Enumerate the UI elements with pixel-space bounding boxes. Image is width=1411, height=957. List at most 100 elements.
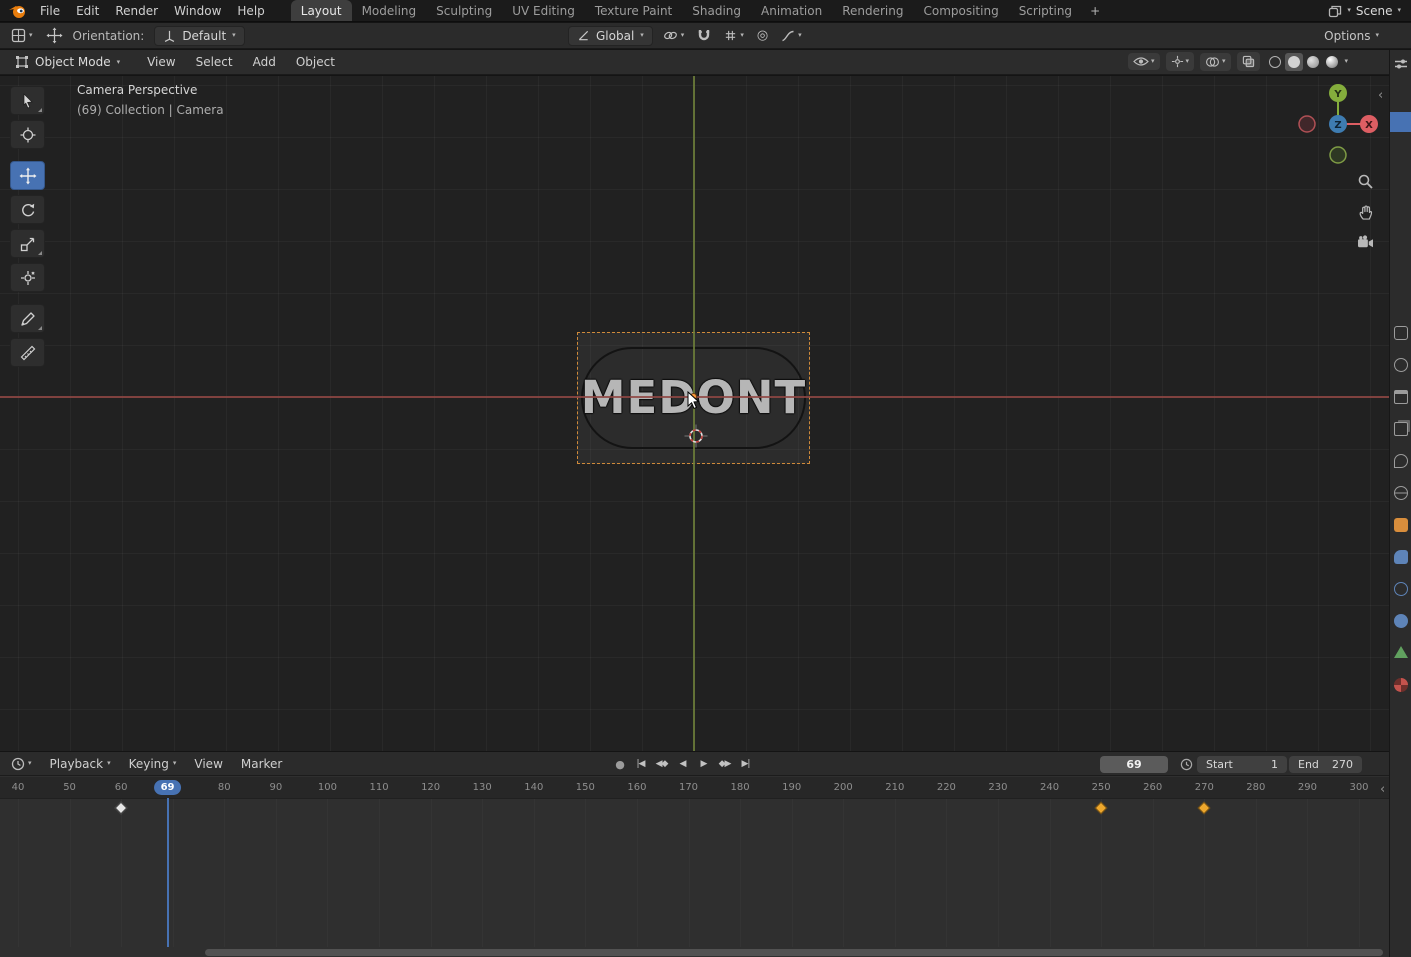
workspace-tab-uv-editing[interactable]: UV Editing: [502, 0, 585, 21]
shading-wireframe-button[interactable]: [1266, 53, 1284, 71]
record-button[interactable]: ●: [610, 755, 629, 773]
proportional-falloff-dropdown[interactable]: ▾: [778, 28, 805, 44]
properties-tab-object[interactable]: [1394, 518, 1408, 532]
scene-list-chevron-icon[interactable]: ▾: [1397, 7, 1401, 14]
timeline-menu-marker[interactable]: Marker: [232, 754, 291, 774]
pan-button[interactable]: [1352, 198, 1378, 224]
viewport-menu-view[interactable]: View: [137, 52, 185, 72]
tool-cursor-button[interactable]: [10, 120, 45, 149]
properties-tab-render[interactable]: [1394, 358, 1408, 372]
shading-rendered-button[interactable]: [1323, 53, 1341, 71]
orientation-dropdown[interactable]: Default ▾: [154, 25, 245, 46]
cursor-3d-icon[interactable]: [683, 423, 709, 449]
frame-start-field[interactable]: Start 1: [1197, 756, 1287, 773]
grid-line-300: [1359, 799, 1360, 947]
snap-mode-dropdown[interactable]: Global ▾: [568, 25, 653, 46]
workspace-tab-compositing[interactable]: Compositing: [913, 0, 1008, 21]
tool-move-button[interactable]: [10, 161, 45, 190]
timeline-editor-type-selector[interactable]: ▾: [8, 755, 35, 773]
properties-tab-object-data[interactable]: [1394, 646, 1408, 658]
navigation-gizmo[interactable]: Y X Z: [1294, 80, 1382, 168]
properties-tab-tool[interactable]: [1394, 326, 1408, 340]
workspace-tab-animation[interactable]: Animation: [751, 0, 832, 21]
overlays-toggle[interactable]: ▾: [1200, 52, 1231, 71]
play-reverse-button[interactable]: ◀: [673, 755, 692, 773]
timeline-collapse-arrow[interactable]: ‹: [1380, 782, 1385, 797]
tool-scale-button[interactable]: [10, 229, 45, 258]
gizmos-toggle[interactable]: ▾: [1165, 52, 1195, 71]
next-keyframe-button[interactable]: ◆▶: [715, 755, 734, 773]
editor-type-selector[interactable]: ▾: [8, 26, 36, 45]
transform-gizmo-icon[interactable]: [45, 27, 63, 44]
timeline-menu-keying[interactable]: Keying ▾: [120, 754, 186, 774]
snap-toggle[interactable]: [694, 26, 714, 45]
snap-target-dropdown[interactable]: ▾: [660, 27, 688, 44]
workspace-tab-shading[interactable]: Shading: [682, 0, 751, 21]
scene-name[interactable]: Scene: [1356, 4, 1393, 18]
properties-tab-output[interactable]: [1394, 390, 1408, 404]
mode-dropdown[interactable]: Object Mode ▾: [8, 53, 127, 71]
jump-to-start-button[interactable]: |◀: [631, 755, 650, 773]
menu-window[interactable]: Window: [166, 1, 229, 21]
auto-keying-clock-icon[interactable]: [1180, 758, 1193, 771]
camera-view-button[interactable]: [1352, 229, 1378, 255]
menu-render[interactable]: Render: [107, 1, 166, 21]
properties-tab-modifiers[interactable]: [1394, 550, 1408, 564]
frame-end-field[interactable]: End 270: [1289, 756, 1362, 773]
add-workspace-button[interactable]: +: [1082, 1, 1108, 21]
jump-to-end-button[interactable]: ▶|: [736, 755, 755, 773]
workspace-tab-rendering[interactable]: Rendering: [832, 0, 913, 21]
properties-tab-physics[interactable]: [1394, 582, 1408, 596]
workspace-tab-layout[interactable]: Layout: [290, 0, 352, 21]
properties-editor-icon[interactable]: [1394, 58, 1408, 70]
zoom-button[interactable]: [1352, 168, 1378, 194]
menu-edit[interactable]: Edit: [68, 1, 107, 21]
app-menu-bar: File Edit Render Window Help: [32, 0, 273, 21]
properties-tab-constraints[interactable]: [1394, 614, 1408, 628]
snap-settings-dropdown[interactable]: ▾: [721, 27, 747, 44]
properties-tab-material[interactable]: [1394, 678, 1408, 692]
menu-file[interactable]: File: [32, 1, 68, 21]
viewport-menu-add[interactable]: Add: [243, 52, 286, 72]
shading-solid-button[interactable]: [1284, 52, 1303, 71]
options-dropdown[interactable]: Options ▾: [1321, 27, 1382, 45]
object-visibility-dropdown[interactable]: ▾: [1128, 53, 1160, 70]
workspace-tab-scripting[interactable]: Scripting: [1009, 0, 1082, 21]
tool-transform-button[interactable]: [10, 263, 45, 292]
play-button[interactable]: ▶: [694, 755, 713, 773]
previous-keyframe-button[interactable]: ◀◆: [652, 755, 671, 773]
properties-tab-view-layer[interactable]: [1394, 422, 1408, 436]
viewport-menu-object[interactable]: Object: [286, 52, 345, 72]
timeline-menu-view[interactable]: View: [185, 754, 231, 774]
clock-icon: [11, 757, 25, 770]
viewport-3d[interactable]: MEDONT Camera Perspective (69) Collectio…: [0, 76, 1389, 751]
properties-tab-scene[interactable]: [1394, 454, 1408, 468]
tool-select-button[interactable]: [10, 86, 45, 115]
properties-tab-world[interactable]: [1394, 486, 1408, 500]
workspace-tab-sculpting[interactable]: Sculpting: [426, 0, 502, 21]
workspace-tab-texture-paint[interactable]: Texture Paint: [585, 0, 682, 21]
timeline-editor[interactable]: ▾ Playback ▾ Keying ▾ View Marker ● |◀ ◀◆ ◀ ▶ ◆▶ ▶|…: [0, 752, 1389, 957]
scene-browse-icon[interactable]: [1328, 4, 1342, 18]
proportional-editing-toggle[interactable]: ◎: [754, 26, 771, 45]
tool-rotate-button[interactable]: [10, 195, 45, 224]
timeline-tracks[interactable]: [0, 799, 1389, 947]
current-frame-badge[interactable]: 69: [153, 780, 182, 795]
viewport-menu-select[interactable]: Select: [186, 52, 243, 72]
grid-line-230: [998, 799, 999, 947]
tool-measure-button[interactable]: [10, 338, 45, 367]
menu-help[interactable]: Help: [229, 1, 272, 21]
scene-browse-chevron-icon[interactable]: ▾: [1347, 7, 1351, 14]
shading-material-button[interactable]: [1304, 53, 1322, 71]
current-frame-field[interactable]: 69: [1100, 756, 1168, 773]
playhead[interactable]: [166, 798, 169, 947]
shading-chevron-icon[interactable]: ▾: [1345, 58, 1349, 65]
blender-logo-icon[interactable]: [8, 3, 26, 19]
tool-annotate-button[interactable]: [10, 304, 45, 333]
workspace-tab-modeling[interactable]: Modeling: [352, 0, 427, 21]
xray-toggle[interactable]: [1236, 52, 1260, 71]
sidebar-collapse-arrow[interactable]: ‹: [1378, 88, 1383, 103]
timeline-ruler[interactable]: 40 50 60 80 90 100 110 120 130 140 150 160 170 180 190…: [0, 777, 1389, 799]
timeline-horizontal-scrollbar[interactable]: [205, 949, 1383, 956]
timeline-menu-playback[interactable]: Playback ▾: [41, 754, 120, 774]
